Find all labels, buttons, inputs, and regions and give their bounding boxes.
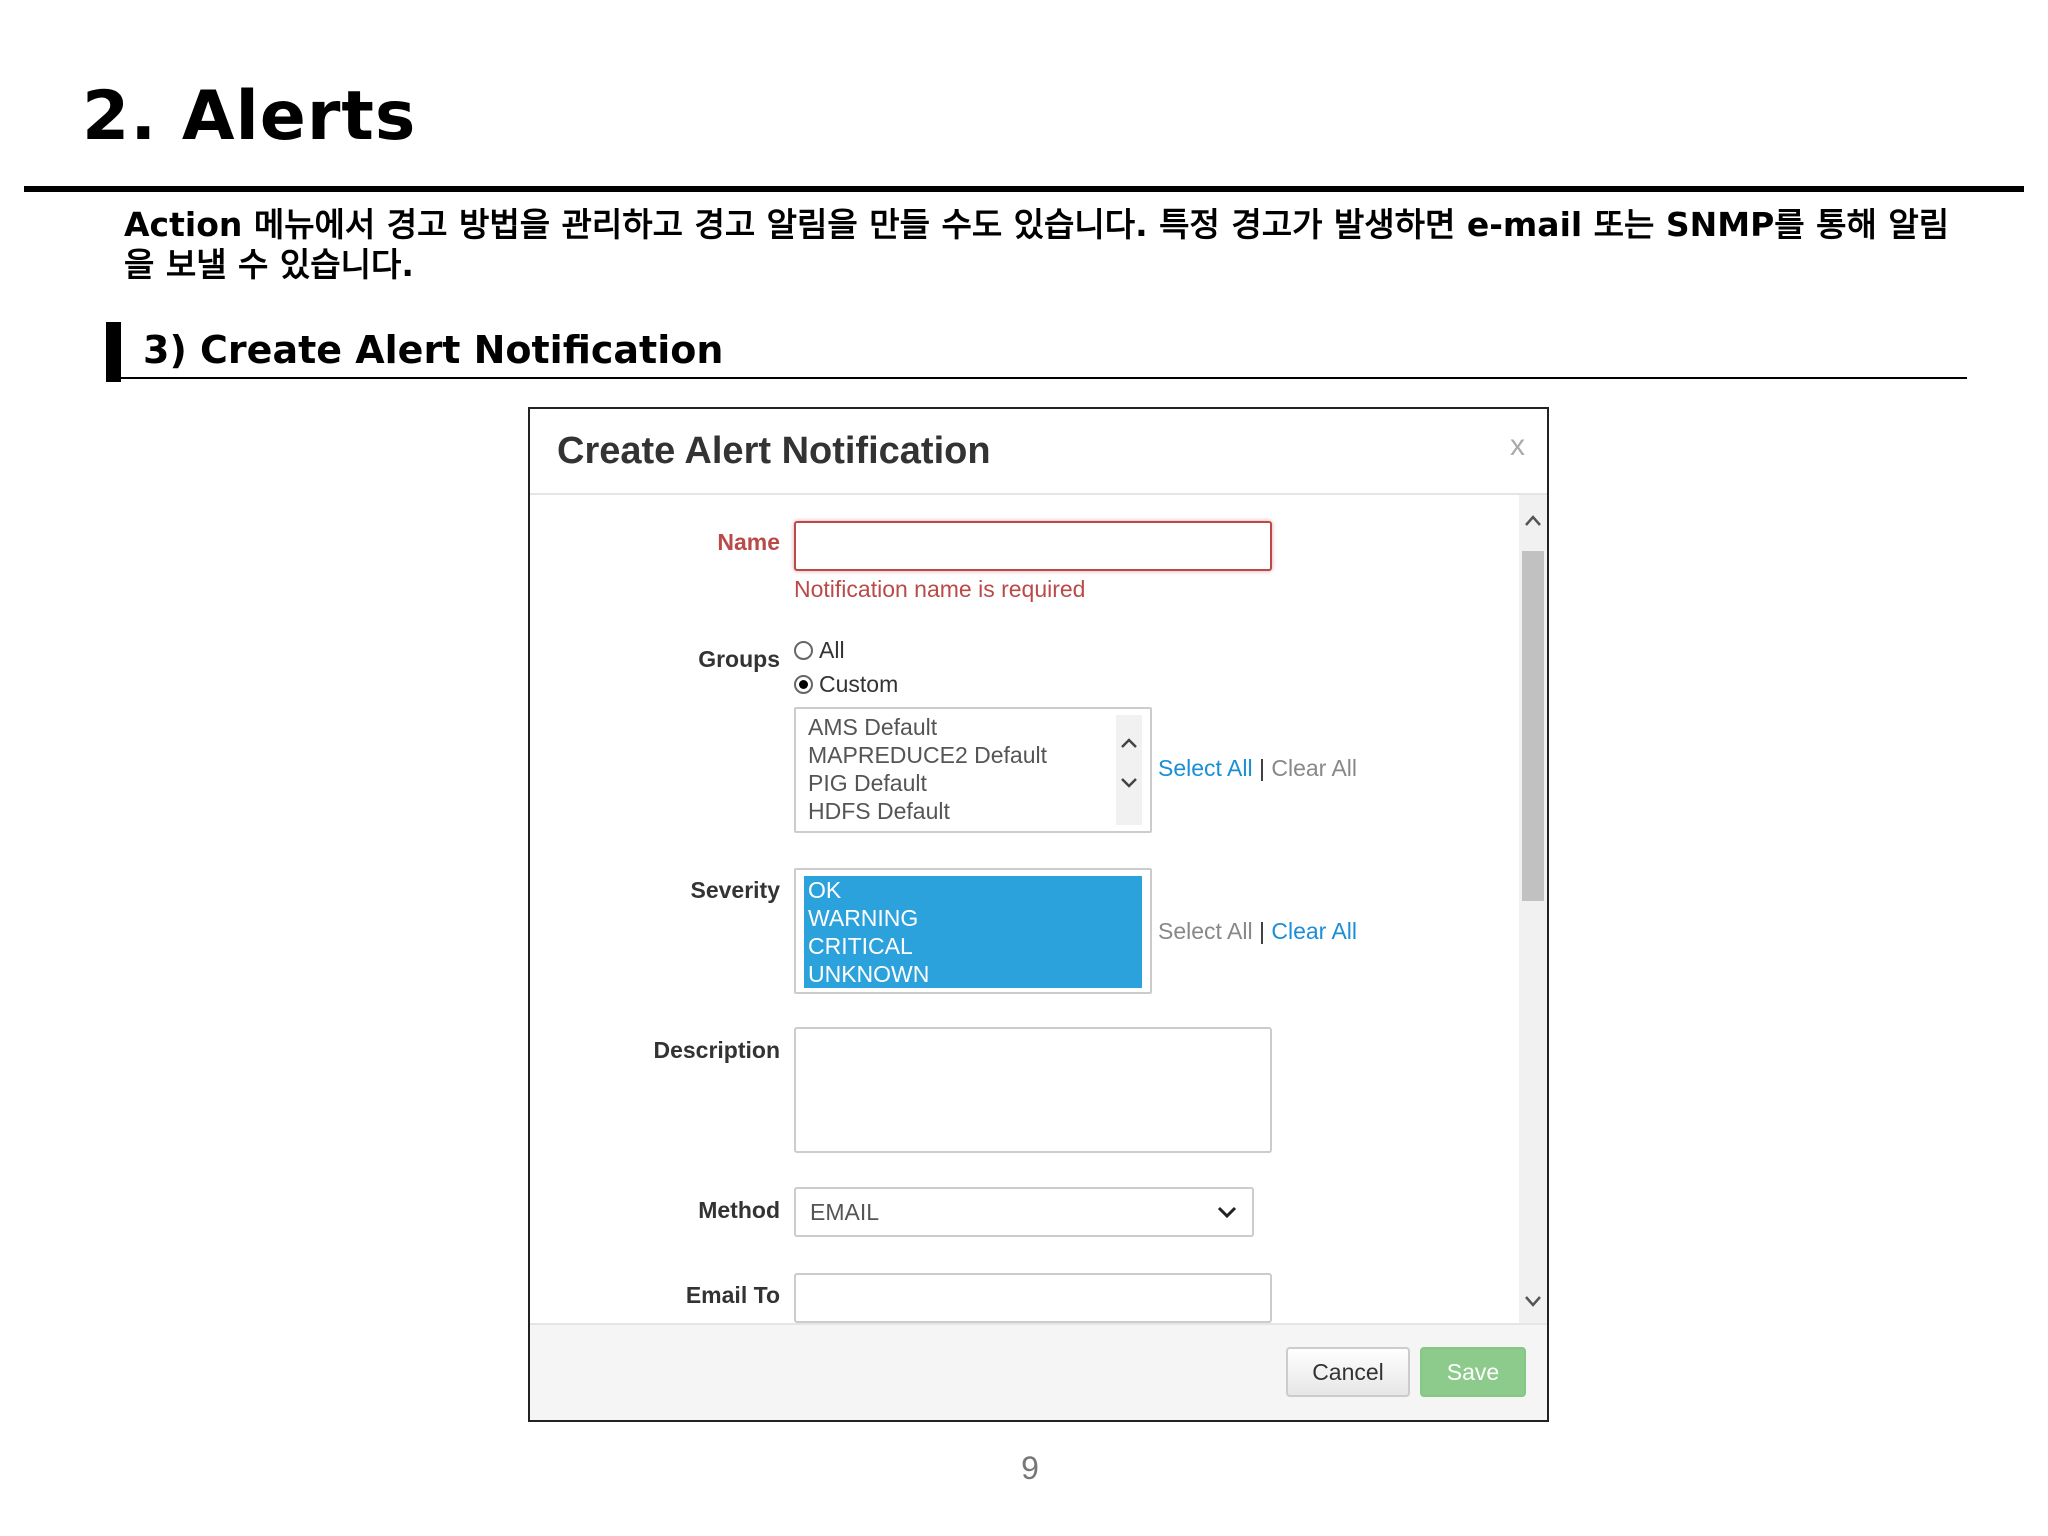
email-to-input[interactable] [794, 1273, 1272, 1323]
severity-option[interactable]: OK [804, 876, 1142, 904]
create-alert-notification-dialog: Create Alert Notification x Name Notific… [528, 407, 1549, 1422]
groups-listbox-scrollbar[interactable] [1116, 715, 1142, 825]
name-error-message: Notification name is required [794, 576, 1086, 602]
dialog-header: Create Alert Notification x [530, 409, 1547, 495]
page-number: 9 [1021, 1450, 1039, 1486]
groups-label: Groups [698, 646, 780, 672]
groups-listbox[interactable]: AMS Default MAPREDUCE2 Default PIG Defau… [794, 707, 1152, 833]
severity-select-links: Select All | Clear All [1158, 916, 1357, 946]
dialog-title: Create Alert Notification [557, 430, 991, 472]
name-input[interactable] [794, 521, 1272, 571]
cancel-button[interactable]: Cancel [1286, 1347, 1410, 1397]
severity-listbox[interactable]: OK WARNING CRITICAL UNKNOWN [794, 868, 1152, 994]
save-button[interactable]: Save [1420, 1347, 1526, 1397]
groups-select-links: Select All | Clear All [1158, 753, 1357, 783]
method-select[interactable]: EMAIL [794, 1187, 1254, 1237]
dialog-scrollbar-thumb[interactable] [1522, 551, 1544, 901]
title-divider [24, 186, 2024, 192]
severity-link-separator: | [1259, 918, 1265, 944]
severity-clear-all-link[interactable]: Clear All [1271, 918, 1357, 944]
intro-text: Action 메뉴에서 경고 방법을 관리하고 경고 알림을 만들 수도 있습니… [124, 205, 1950, 284]
groups-option[interactable]: PIG Default [796, 769, 1150, 797]
groups-link-separator: | [1259, 755, 1265, 781]
groups-radio-all[interactable]: All [794, 635, 845, 665]
severity-option[interactable]: WARNING [804, 904, 1142, 932]
radio-all-circle[interactable] [794, 640, 813, 660]
severity-option[interactable]: CRITICAL [804, 932, 1142, 960]
radio-custom-circle[interactable] [794, 674, 813, 694]
slide-title: 2. Alerts [82, 77, 417, 156]
chevron-down-icon[interactable] [1523, 1291, 1543, 1311]
chevron-up-icon[interactable] [1116, 731, 1142, 757]
description-label: Description [653, 1037, 780, 1063]
groups-option[interactable]: MAPREDUCE2 Default [796, 741, 1150, 769]
close-icon[interactable]: x [1510, 429, 1525, 463]
dialog-footer: Cancel Save [530, 1323, 1547, 1420]
dialog-body: Name Notification name is required Group… [530, 495, 1547, 1327]
groups-option[interactable]: HDFS Default [796, 797, 1150, 825]
section-marker [106, 322, 121, 382]
section-divider [121, 377, 1967, 379]
section-title: 3) Create Alert Notification [143, 328, 724, 372]
groups-clear-all-link[interactable]: Clear All [1271, 755, 1357, 781]
severity-select-all-link[interactable]: Select All [1158, 918, 1253, 944]
groups-option[interactable]: AMS Default [796, 713, 1150, 741]
email-to-label: Email To [685, 1282, 780, 1308]
radio-all-label: All [819, 637, 845, 663]
method-label: Method [698, 1197, 780, 1223]
name-label: Name [717, 529, 780, 555]
chevron-up-icon[interactable] [1523, 511, 1543, 531]
method-select-value: EMAIL [810, 1199, 880, 1225]
chevron-down-icon [1217, 1206, 1237, 1219]
groups-radio-custom[interactable]: Custom [794, 669, 898, 699]
dialog-scrollbar[interactable] [1519, 495, 1547, 1327]
radio-custom-label: Custom [819, 671, 899, 697]
groups-select-all-link[interactable]: Select All [1158, 755, 1253, 781]
description-textarea[interactable] [794, 1027, 1272, 1153]
severity-option[interactable]: UNKNOWN [804, 960, 1142, 988]
severity-label: Severity [690, 877, 780, 903]
chevron-down-icon[interactable] [1116, 769, 1142, 795]
